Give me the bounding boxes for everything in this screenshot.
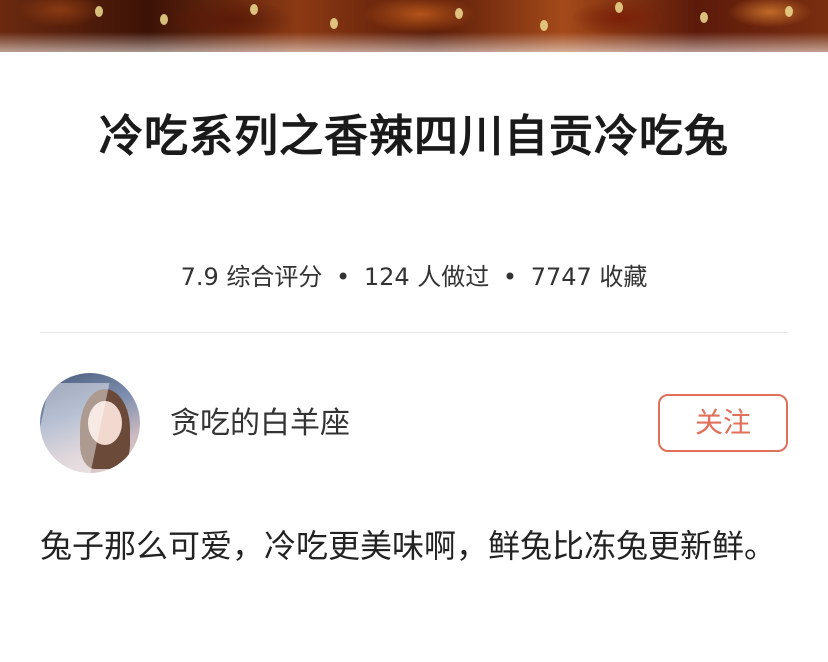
rating-score: 7.9 综合评分 bbox=[180, 263, 323, 291]
sesame-seed bbox=[785, 6, 793, 17]
sesame-seed bbox=[540, 20, 548, 31]
cooked-count: 124 人做过 bbox=[363, 263, 490, 291]
follow-button[interactable]: 关注 bbox=[658, 394, 788, 452]
sesame-seed bbox=[700, 12, 708, 23]
author-avatar[interactable] bbox=[40, 373, 140, 473]
recipe-stats: 7.9 综合评分 • 124 人做过 • 7747 收藏 bbox=[0, 262, 828, 292]
sesame-seed bbox=[95, 6, 103, 17]
sesame-seed bbox=[250, 4, 258, 15]
author-name[interactable]: 贪吃的白羊座 bbox=[170, 405, 350, 443]
recipe-cover-image[interactable] bbox=[0, 0, 828, 52]
sesame-seed bbox=[615, 2, 623, 13]
divider bbox=[40, 332, 788, 333]
sesame-seed bbox=[160, 14, 168, 25]
favorites-count: 7747 收藏 bbox=[530, 263, 648, 291]
stats-separator: • bbox=[502, 263, 518, 291]
stats-separator: • bbox=[336, 263, 351, 291]
cover-fade bbox=[0, 32, 828, 52]
recipe-title: 冷吃系列之香辣四川自贡冷吃兔 bbox=[99, 111, 729, 162]
sesame-seed bbox=[455, 8, 463, 19]
recipe-description: 兔子那么可爱，冷吃更美味啊，鲜兔比冻兔更新鲜。 bbox=[40, 527, 777, 565]
sesame-seed bbox=[330, 18, 338, 29]
